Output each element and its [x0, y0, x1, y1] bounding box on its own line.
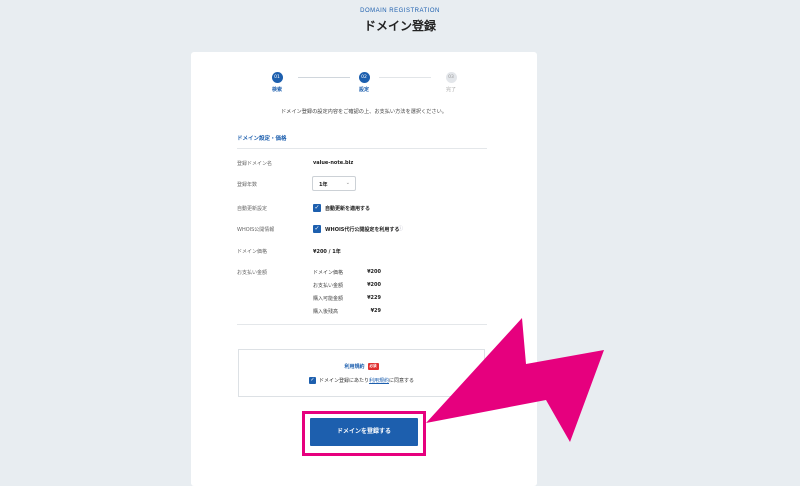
- pointer-arrow-shape: [426, 318, 604, 442]
- pointer-arrow-icon: [426, 318, 604, 442]
